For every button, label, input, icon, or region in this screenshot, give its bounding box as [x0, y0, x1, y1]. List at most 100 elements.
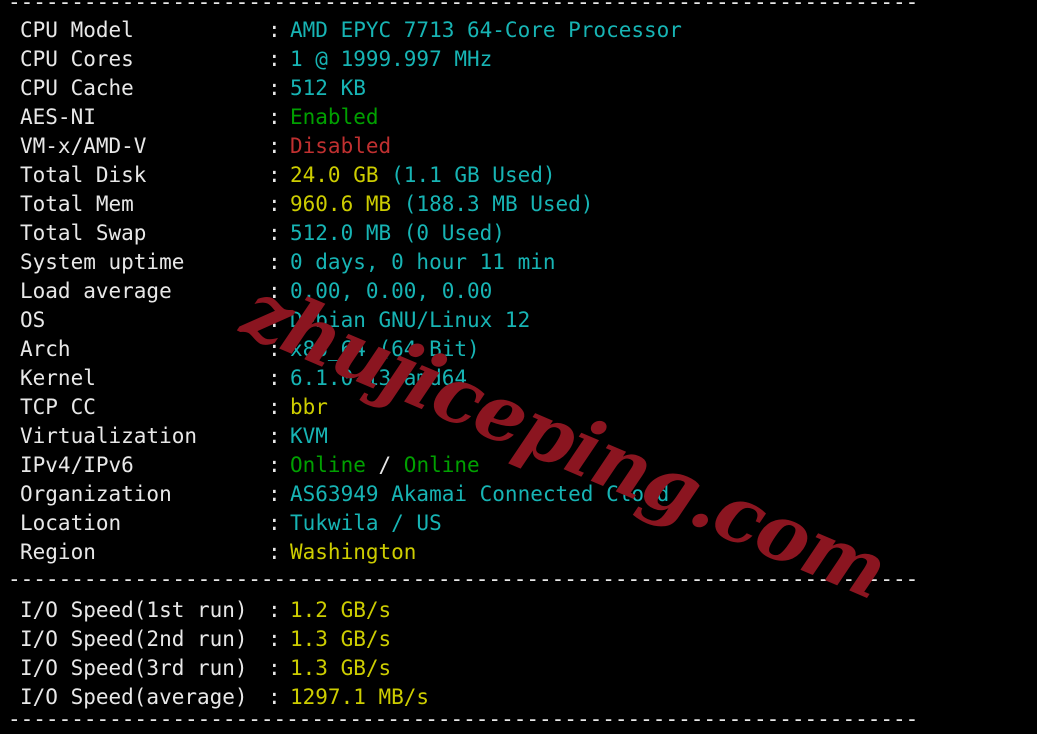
info-row-label: IPv4/IPv6	[20, 453, 134, 477]
info-row-value: Washington	[290, 538, 416, 567]
info-row-label: I/O Speed(1st run)	[20, 598, 248, 622]
info-row-value: 1.2 GB/s	[290, 596, 391, 625]
info-row: CPU Model: AMD EPYC 7713 64-Core Processo…	[0, 16, 1037, 45]
info-row: Total Swap:512.0 MB (0 Used)	[0, 219, 1037, 248]
info-row: TCP CC: bbr	[0, 393, 1037, 422]
info-row-colon: :	[268, 76, 281, 100]
value-segment: 1.3 GB/s	[290, 656, 392, 680]
info-row-label: CPU Model	[20, 18, 134, 42]
info-row-value: 0.00, 0.00, 0.00	[290, 277, 492, 306]
info-row-value: 512 KB	[290, 74, 366, 103]
info-row-label: TCP CC	[20, 395, 96, 419]
io-speed-block: I/O Speed(1st run):1.2 GB/s I/O Speed(2nd…	[0, 596, 1037, 712]
info-row-value: AS63949 Akamai Connected Cloud	[290, 480, 669, 509]
info-row: Load average:0.00, 0.00, 0.00	[0, 277, 1037, 306]
value-segment: /	[365, 453, 404, 477]
info-row-colon: :	[268, 47, 281, 71]
info-row: Arch: x86_64 (64 Bit)	[0, 335, 1037, 364]
info-row-colon: :	[268, 250, 281, 274]
info-row-value: bbr	[290, 393, 328, 422]
value-segment: Enabled	[290, 105, 379, 129]
info-row-label: Load average	[20, 279, 172, 303]
info-row-colon: :	[268, 424, 281, 448]
info-row-label: I/O Speed(3rd run)	[20, 656, 248, 680]
info-row: Total Disk:24.0 GB (1.1 GB Used)	[0, 161, 1037, 190]
info-row-value: Tukwila / US	[290, 509, 442, 538]
info-row-colon: :	[268, 627, 281, 651]
value-segment: KVM	[290, 424, 328, 448]
info-row-colon: :	[268, 18, 281, 42]
info-row-value: 0 days, 0 hour 11 min	[290, 248, 556, 277]
info-row-value: Enabled	[290, 103, 379, 132]
info-row-colon: :	[268, 656, 281, 680]
info-row-label: Arch	[20, 337, 71, 361]
value-segment: bbr	[290, 395, 328, 419]
separator-middle: ----------------------------------------…	[8, 567, 920, 591]
info-row-colon: :	[268, 511, 281, 535]
info-row-value: x86_64 (64 Bit)	[290, 335, 480, 364]
info-row-value: 1.3 GB/s	[290, 654, 391, 683]
separator-bottom: ----------------------------------------…	[8, 707, 920, 731]
info-row-value: AMD EPYC 7713 64-Core Processor	[290, 16, 682, 45]
value-segment: 1 @ 1999.997 MHz	[290, 47, 493, 71]
info-row-colon: :	[268, 105, 281, 129]
info-row-label: CPU Cores	[20, 47, 134, 71]
value-segment: 0 days, 0 hour 11 min	[290, 250, 556, 274]
value-segment: AS63949 Akamai Connected Cloud	[290, 482, 670, 506]
info-row: Total Mem:960.6 MB (188.3 MB Used)	[0, 190, 1037, 219]
value-segment: AMD EPYC 7713 64-Core Processor	[290, 18, 682, 42]
info-row-colon: :	[268, 337, 281, 361]
value-segment: Washington	[290, 540, 417, 564]
info-row-label: Location	[20, 511, 122, 535]
info-row-value: 6.1.0-13-amd64	[290, 364, 467, 393]
info-row-label: Organization	[20, 482, 172, 506]
info-row: I/O Speed(1st run):1.2 GB/s	[0, 596, 1037, 625]
info-row: CPU Cores:1 @ 1999.997 MHz	[0, 45, 1037, 74]
info-row: OS: Debian GNU/Linux 12	[0, 306, 1037, 335]
info-row-value: 1 @ 1999.997 MHz	[290, 45, 492, 74]
value-segment: 1.2 GB/s	[290, 598, 392, 622]
info-row-colon: :	[268, 279, 281, 303]
info-row-label: Virtualization	[20, 424, 198, 448]
info-row-colon: :	[268, 366, 281, 390]
info-row-value: 1.3 GB/s	[290, 625, 391, 654]
info-row-value: KVM	[290, 422, 328, 451]
info-row-value: Online / Online	[290, 451, 480, 480]
value-segment: 0.00, 0.00, 0.00	[290, 279, 493, 303]
info-row-colon: :	[268, 134, 281, 158]
separator-top: ----------------------------------------…	[8, 0, 920, 14]
info-row-colon: :	[268, 192, 281, 216]
value-segment: 512.0 MB (0 Used)	[290, 221, 505, 245]
info-row-colon: :	[268, 163, 281, 187]
info-row-label: AES-NI	[20, 105, 96, 129]
info-row-colon: :	[268, 395, 281, 419]
value-segment: 960.6 MB	[290, 192, 404, 216]
info-row-value: Debian GNU/Linux 12	[290, 306, 530, 335]
info-row-label: I/O Speed(2nd run)	[20, 627, 248, 651]
info-row: VM-x/AMD-V: Disabled	[0, 132, 1037, 161]
value-segment: Disabled	[290, 134, 392, 158]
info-row-label: OS	[20, 308, 46, 332]
info-row-colon: :	[268, 482, 281, 506]
info-row: I/O Speed(3rd run):1.3 GB/s	[0, 654, 1037, 683]
value-segment: Tukwila / US	[290, 511, 442, 535]
info-row-value: 960.6 MB (188.3 MB Used)	[290, 190, 593, 219]
value-segment: Online	[290, 453, 366, 477]
info-row: Virtualization: KVM	[0, 422, 1037, 451]
info-row-colon: :	[268, 221, 281, 245]
value-segment: x86_64 (64 Bit)	[290, 337, 480, 361]
info-row: AES-NI: Enabled	[0, 103, 1037, 132]
terminal-screen: ----------------------------------------…	[0, 0, 1037, 734]
info-row-colon: :	[268, 308, 281, 332]
value-segment: 512 KB	[290, 76, 366, 100]
info-row: Kernel:6.1.0-13-amd64	[0, 364, 1037, 393]
value-segment: 24.0 GB	[290, 163, 392, 187]
value-segment: (1.1 GB Used)	[391, 163, 556, 187]
info-row-colon: :	[268, 598, 281, 622]
info-row: I/O Speed(2nd run):1.3 GB/s	[0, 625, 1037, 654]
value-segment: (188.3 MB Used)	[403, 192, 594, 216]
info-row: CPU Cache:512 KB	[0, 74, 1037, 103]
value-segment: 6.1.0-13-amd64	[290, 366, 468, 390]
info-row-colon: :	[268, 453, 281, 477]
info-row-colon: :	[268, 540, 281, 564]
